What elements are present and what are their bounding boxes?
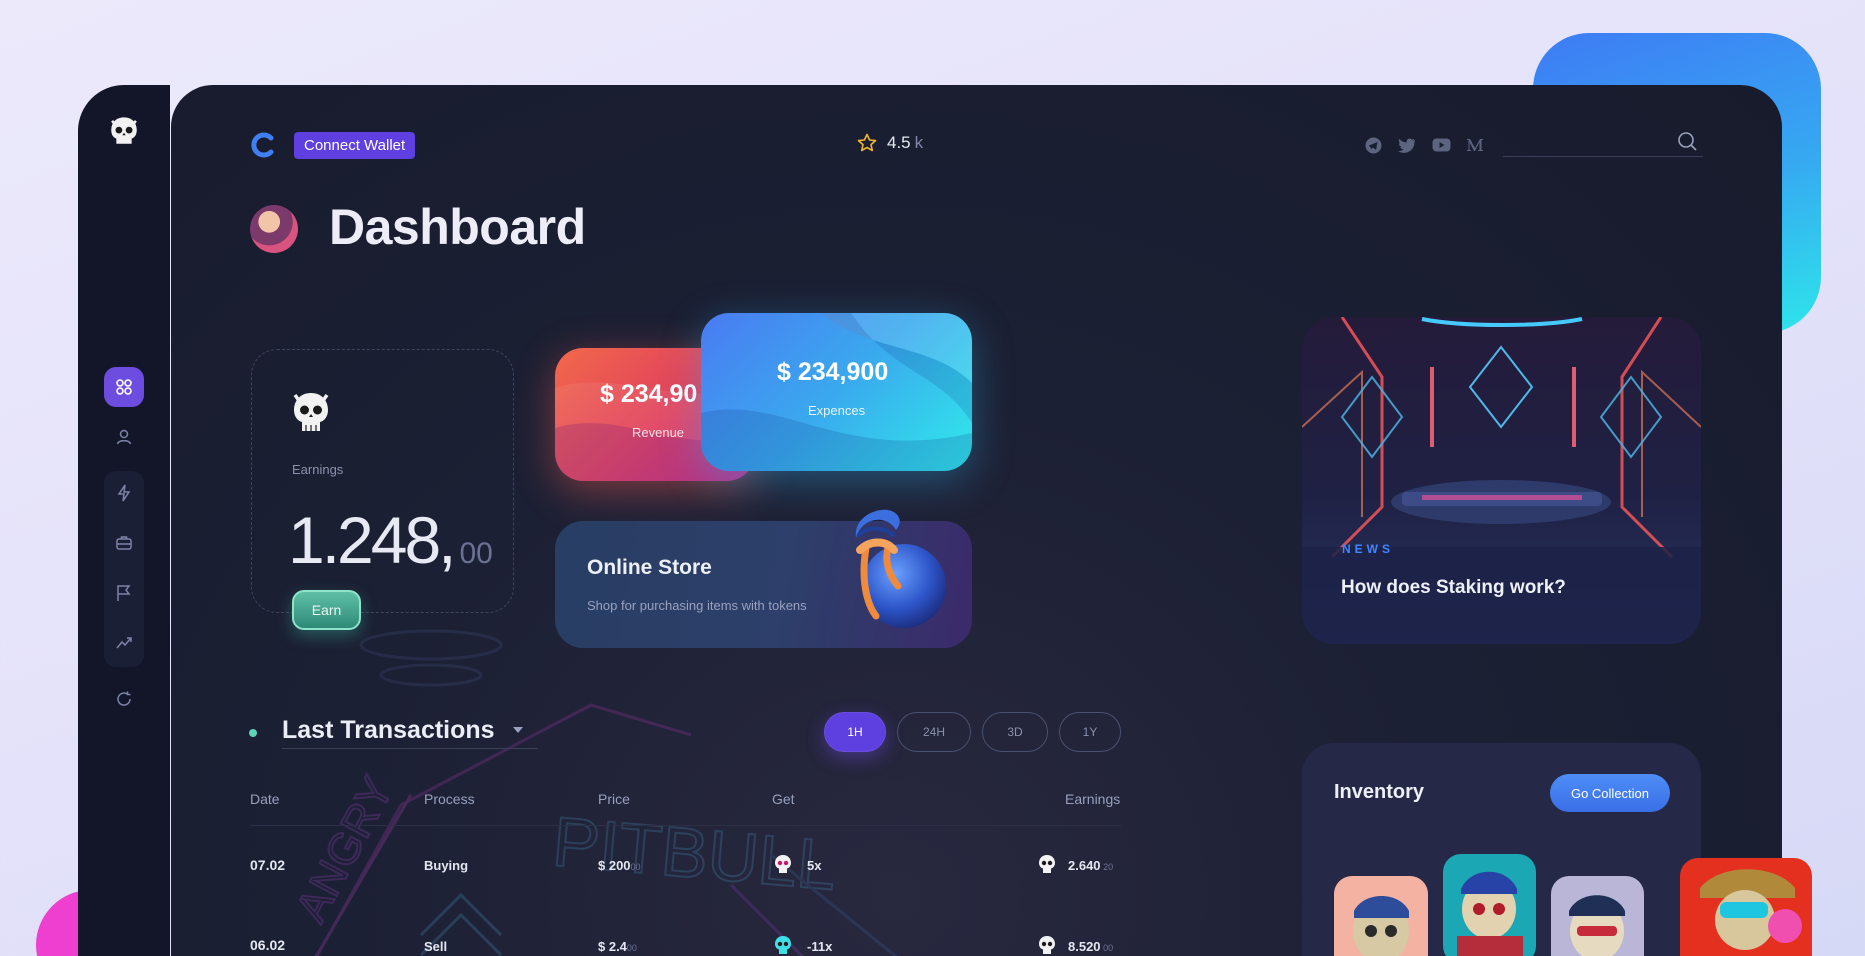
bolt-icon bbox=[117, 484, 131, 502]
column-header-price: Price bbox=[598, 791, 630, 807]
sidebar-item-profile[interactable] bbox=[104, 417, 144, 457]
expences-label: Expences bbox=[808, 403, 866, 418]
star-icon bbox=[857, 133, 877, 152]
row-get: 5x bbox=[807, 858, 822, 873]
row-price: $ 2.400 bbox=[598, 939, 637, 954]
earnings-amount: 1.248, 00 bbox=[288, 502, 493, 578]
row-date: 06.02 bbox=[250, 937, 286, 953]
transactions-title-underline bbox=[282, 748, 538, 749]
transactions-title[interactable]: Last Transactions bbox=[282, 716, 495, 745]
grid-icon bbox=[116, 379, 132, 395]
nft-skull-image bbox=[1353, 896, 1409, 956]
skull-token-icon bbox=[775, 855, 791, 873]
twitter-icon[interactable] bbox=[1396, 135, 1418, 155]
stars-unit: k bbox=[914, 133, 924, 152]
row-process: Buying bbox=[424, 858, 469, 873]
table-divider bbox=[250, 825, 1121, 826]
period-3d-button[interactable]: 3D bbox=[982, 712, 1048, 752]
earnings-cents: 00 bbox=[459, 537, 493, 570]
telegram-icon[interactable] bbox=[1362, 135, 1384, 155]
medium-icon[interactable] bbox=[1464, 135, 1486, 155]
connect-wallet-button[interactable]: Connect Wallet bbox=[294, 132, 416, 159]
column-header-get: Get bbox=[772, 791, 795, 807]
search-icon[interactable] bbox=[1677, 131, 1697, 151]
nft-item[interactable] bbox=[1680, 858, 1812, 956]
sidebar-item-refresh[interactable] bbox=[104, 679, 144, 719]
row-process: Sell bbox=[424, 939, 448, 954]
period-1y-button[interactable]: 1Y bbox=[1059, 712, 1121, 752]
row-earnings: 8.520 00 bbox=[1068, 939, 1114, 954]
nft-skull-image bbox=[1700, 869, 1802, 950]
column-header-process: Process bbox=[424, 791, 475, 807]
row-date: 07.02 bbox=[250, 857, 286, 873]
section-indicator-dot bbox=[249, 729, 257, 737]
nft-item[interactable] bbox=[1443, 854, 1536, 956]
column-header-date: Date bbox=[250, 791, 280, 807]
stars-value: 4.5 bbox=[887, 133, 911, 152]
go-collection-button[interactable]: Go Collection bbox=[1550, 774, 1670, 812]
svg-text:ANGRY: ANGRY bbox=[287, 769, 403, 929]
social-links bbox=[1362, 135, 1486, 155]
row-price: $ 20000 bbox=[598, 858, 641, 873]
earnings-whole: 1.248, bbox=[288, 503, 456, 577]
earnings-label: Earnings bbox=[292, 462, 344, 477]
skull-token-icon bbox=[1039, 936, 1055, 954]
revenue-label: Revenue bbox=[632, 425, 685, 440]
store-title: Online Store bbox=[587, 556, 712, 579]
sidebar-item-goals[interactable] bbox=[104, 573, 144, 613]
nft-skull-image bbox=[1457, 871, 1523, 956]
page-title: Dashboard bbox=[329, 199, 586, 255]
expences-card-waves bbox=[701, 313, 972, 471]
nft-skull-image bbox=[1569, 895, 1625, 956]
user-icon bbox=[116, 429, 132, 445]
user-avatar[interactable] bbox=[250, 205, 298, 253]
expences-card[interactable] bbox=[701, 313, 972, 471]
youtube-icon[interactable] bbox=[1430, 135, 1452, 155]
period-24h-button[interactable]: 24H bbox=[897, 712, 971, 752]
skull-token-icon bbox=[1039, 855, 1055, 873]
bomb-bag-illustration bbox=[855, 509, 946, 628]
sidebar-item-stats[interactable] bbox=[104, 623, 144, 663]
expences-value: $ 234,900 bbox=[777, 358, 889, 386]
news-tag: NEWS bbox=[1342, 542, 1394, 556]
inventory-title: Inventory bbox=[1334, 781, 1425, 803]
refresh-icon bbox=[117, 691, 131, 706]
search-box bbox=[1503, 127, 1703, 157]
skull-token-icon bbox=[775, 936, 791, 954]
sidebar-item-activity[interactable] bbox=[104, 473, 144, 513]
nft-item[interactable] bbox=[1551, 876, 1644, 956]
news-title[interactable]: How does Staking work? bbox=[1341, 577, 1566, 599]
skull-token-icon bbox=[293, 393, 329, 431]
brand-logo-icon[interactable] bbox=[250, 132, 276, 158]
svg-text:PITBULL: PITBULL bbox=[550, 802, 840, 904]
row-earnings: 2.640 20 bbox=[1068, 858, 1114, 873]
revenue-value: $ 234,90 bbox=[600, 380, 698, 408]
store-subtitle: Shop for purchasing items with tokens bbox=[587, 598, 807, 613]
trend-icon bbox=[116, 637, 132, 649]
row-get: -11x bbox=[807, 939, 833, 954]
star-rating: 4.5 k bbox=[857, 133, 923, 153]
skull-logo-icon[interactable] bbox=[107, 114, 141, 148]
earn-button[interactable]: Earn bbox=[292, 590, 361, 630]
chevron-down-icon[interactable] bbox=[513, 727, 523, 733]
period-1h-button[interactable]: 1H bbox=[824, 712, 886, 752]
column-header-earnings: Earnings bbox=[1065, 791, 1121, 807]
briefcase-icon bbox=[116, 536, 132, 550]
sidebar-item-dashboard[interactable] bbox=[104, 367, 144, 407]
search-input[interactable] bbox=[1503, 127, 1663, 155]
nft-item[interactable] bbox=[1334, 876, 1428, 956]
sidebar-item-portfolio[interactable] bbox=[104, 523, 144, 563]
flag-icon bbox=[117, 585, 131, 601]
